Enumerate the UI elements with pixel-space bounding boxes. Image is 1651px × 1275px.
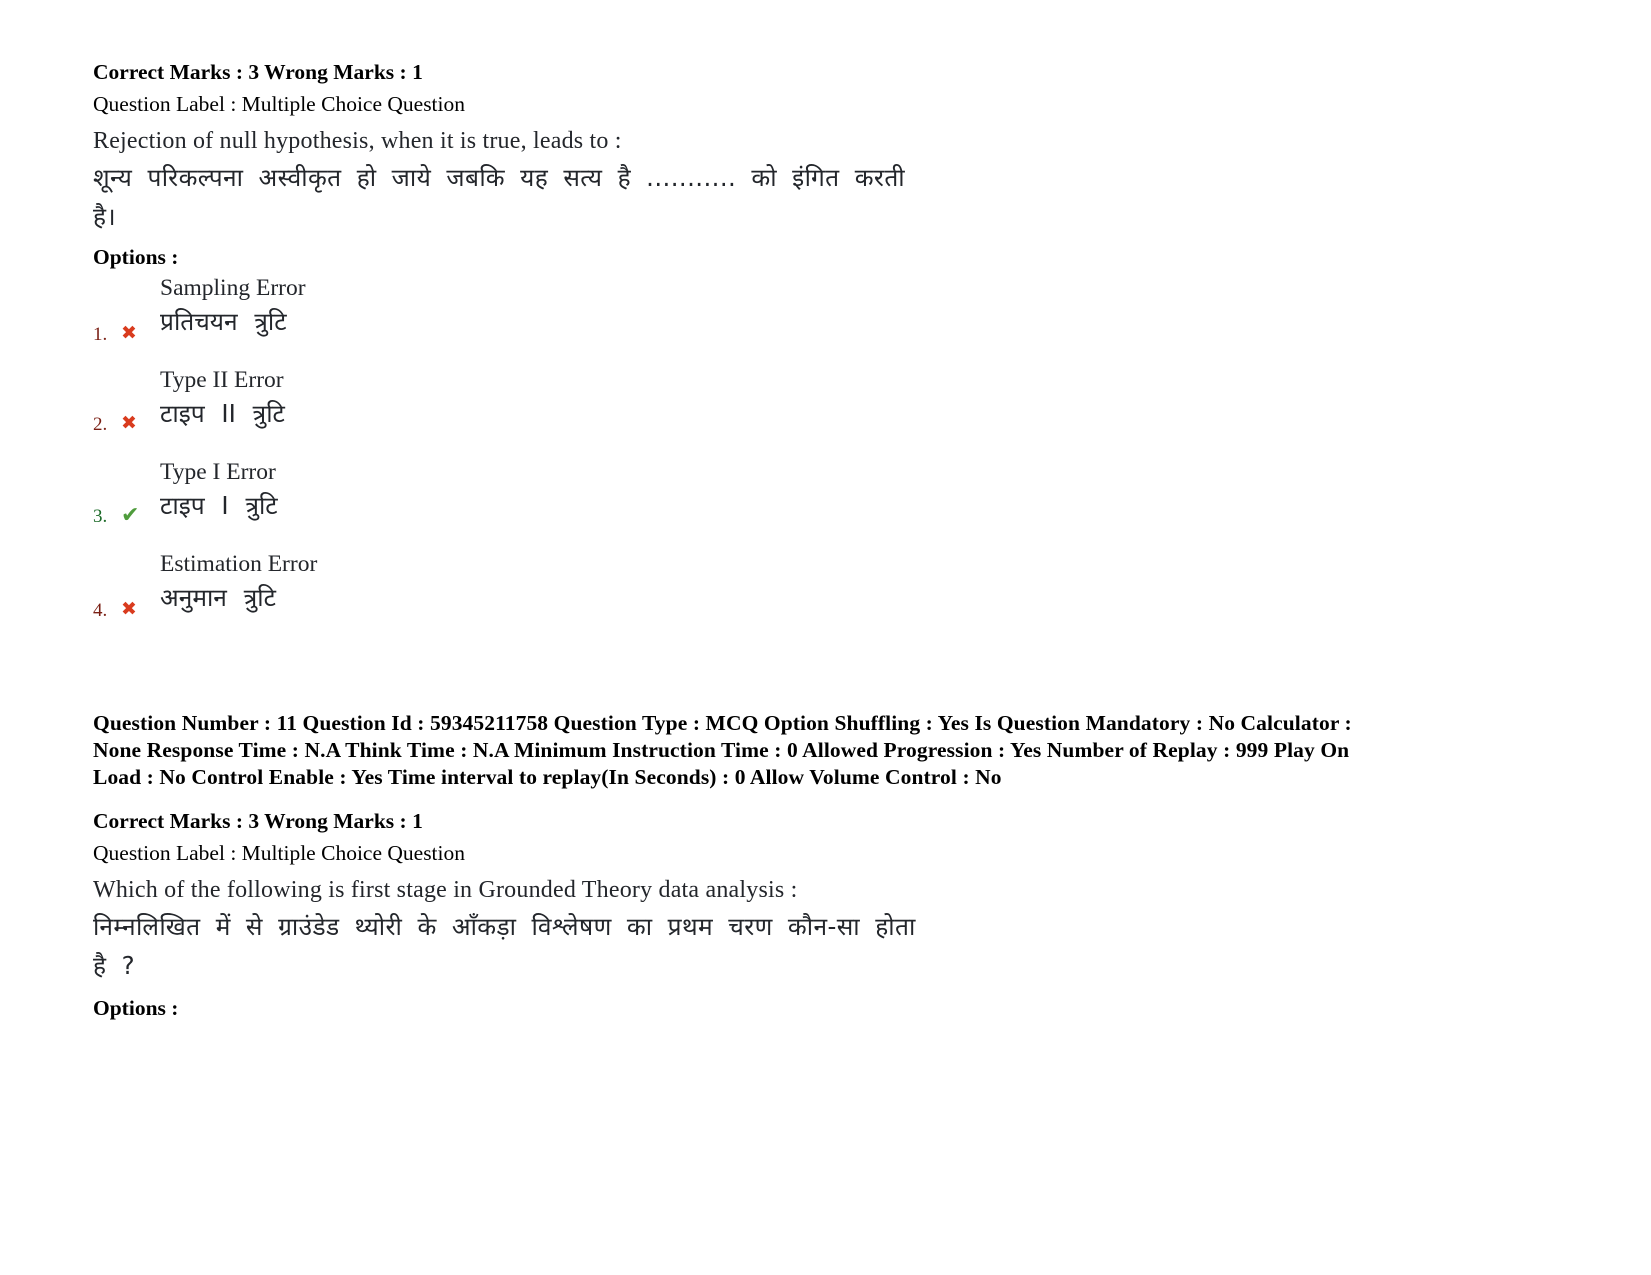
option-item-1[interactable]: 1. ✖ Sampling Error प्रतिचयन त्रुटि — [93, 272, 1563, 364]
option-text-hindi-1: प्रतिचयन त्रुटि — [160, 307, 287, 336]
option-body-4: Estimation Error अनुमान त्रुटि — [156, 548, 1563, 616]
question-text-hindi-line2-q10: है। — [93, 202, 117, 231]
question-block-10: Correct Marks : 3 Wrong Marks : 1 Questi… — [93, 58, 1563, 640]
question-meta-line-2: None Response Time : N.A Think Time : N.… — [93, 738, 1350, 762]
question-meta-line-1: Question Number : 11 Question Id : 59345… — [93, 711, 1352, 735]
option-number-3: 3. — [93, 506, 108, 527]
option-body-2: Type II Error टाइप II त्रुटि — [156, 364, 1563, 432]
page-canvas: Correct Marks : 3 Wrong Marks : 1 Questi… — [0, 0, 1651, 1275]
option-body-3: Type I Error टाइप I त्रुटि — [156, 456, 1563, 524]
option-body-1: Sampling Error प्रतिचयन त्रुटि — [156, 272, 1563, 340]
option-text-hindi-3: टाइप I त्रुटि — [160, 491, 278, 520]
option-item-4[interactable]: 4. ✖ Estimation Error अनुमान त्रुटि — [93, 548, 1563, 640]
option-item-3[interactable]: 3. ✔ Type I Error टाइप I त्रुटि — [93, 456, 1563, 548]
option-number-2: 2. — [93, 414, 108, 435]
option-text-hindi-4: अनुमान त्रुटि — [160, 583, 276, 612]
page-content: Correct Marks : 3 Wrong Marks : 1 Questi… — [93, 58, 1563, 1023]
question-text-english-q10: Rejection of null hypothesis, when it is… — [93, 128, 622, 154]
options-list-q10: 1. ✖ Sampling Error प्रतिचयन त्रुटि 2. ✖… — [93, 272, 1563, 640]
question-text-hindi-line1-q11: निम्नलिखित में से ग्राउंडेड थ्योरी के आँ… — [93, 912, 916, 941]
question-text-english-q11: Which of the following is first stage in… — [93, 877, 798, 903]
wrong-mark-icon: ✖ — [121, 598, 137, 620]
question-meta-line-3: Load : No Control Enable : Yes Time inte… — [93, 765, 1002, 789]
options-label-q10: Options : — [93, 245, 179, 269]
marks-line-q11: Correct Marks : 3 Wrong Marks : 1 — [93, 809, 423, 833]
wrong-mark-icon: ✖ — [121, 322, 137, 344]
option-text-english-4: Estimation Error — [160, 551, 318, 577]
option-number-1: 1. — [93, 324, 108, 345]
option-text-hindi-2: टाइप II त्रुटि — [160, 399, 285, 428]
option-item-2[interactable]: 2. ✖ Type II Error टाइप II त्रुटि — [93, 364, 1563, 456]
marks-line-q10: Correct Marks : 3 Wrong Marks : 1 — [93, 60, 423, 84]
option-number-4: 4. — [93, 600, 108, 621]
question-block-11: Question Number : 11 Question Id : 59345… — [93, 710, 1563, 1023]
option-text-english-3: Type I Error — [160, 459, 276, 485]
option-text-english-2: Type II Error — [160, 367, 284, 393]
question-text-hindi-line1-q10: शून्य परिकल्पना अस्वीकृत हो जाये जबकि यह… — [93, 163, 906, 192]
options-label-q11: Options : — [93, 996, 179, 1020]
question-text-hindi-line2-q11: है ? — [93, 951, 136, 980]
wrong-mark-icon: ✖ — [121, 412, 137, 434]
correct-check-icon: ✔ — [121, 503, 140, 528]
option-text-english-1: Sampling Error — [160, 275, 306, 301]
question-label-q11: Question Label : Multiple Choice Questio… — [93, 841, 466, 865]
question-label-q10: Question Label : Multiple Choice Questio… — [93, 92, 466, 116]
